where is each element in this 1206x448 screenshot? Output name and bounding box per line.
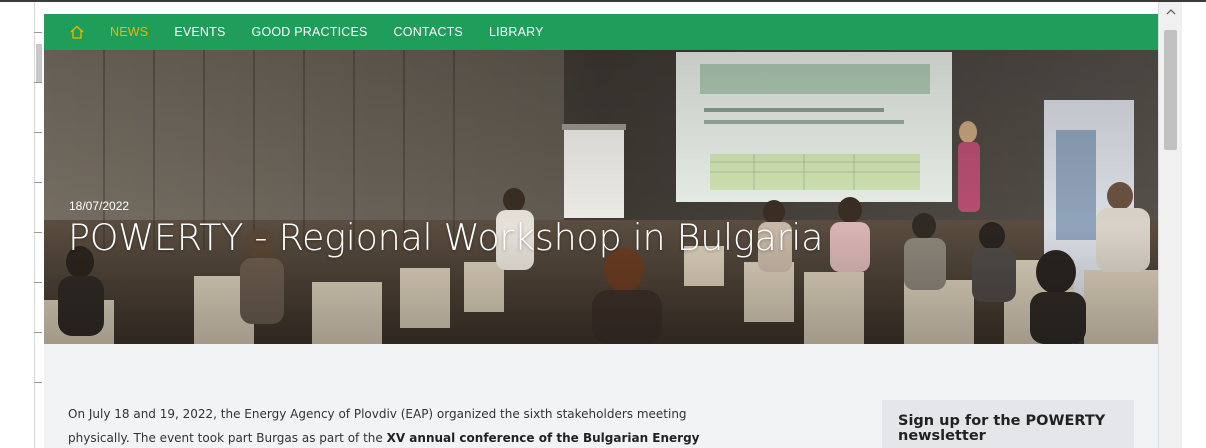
- newsletter-box: Sign up for the POWERTY newsletter: [882, 400, 1134, 448]
- gutter-tick: [34, 282, 42, 283]
- left-gutter: [0, 2, 42, 448]
- gutter-tick: [34, 232, 42, 233]
- main-nav: NEWS EVENTS GOOD PRACTICES CONTACTS LIBR…: [44, 14, 1158, 50]
- gutter-tick: [34, 132, 42, 133]
- vertical-scrollbar[interactable]: [1158, 2, 1183, 448]
- page-title: POWERTY - Regional Workshop in Bulgaria: [68, 216, 824, 259]
- gutter-tick: [34, 182, 42, 183]
- gutter-tick: [34, 82, 42, 83]
- gutter-tick: [34, 382, 42, 383]
- article-body: On July 18 and 19, 2022, the Energy Agen…: [68, 402, 838, 448]
- nav-item-good-practices[interactable]: GOOD PRACTICES: [252, 25, 368, 39]
- hero-banner: 18/07/2022 POWERTY - Regional Workshop i…: [44, 50, 1158, 344]
- article-line: On July 18 and 19, 2022, the Energy Agen…: [68, 407, 687, 421]
- gutter-tick: [34, 32, 42, 33]
- article-line: physically. The event took part Burgas a…: [68, 426, 838, 448]
- nav-item-contacts[interactable]: CONTACTS: [394, 25, 463, 39]
- right-margin: [1182, 2, 1206, 448]
- nav-item-library[interactable]: LIBRARY: [489, 25, 544, 39]
- web-page: NEWS EVENTS GOOD PRACTICES CONTACTS LIBR…: [44, 14, 1158, 448]
- scrollbar-thumb[interactable]: [1164, 30, 1177, 150]
- newsletter-title: Sign up for the POWERTY newsletter: [898, 413, 1106, 444]
- gutter-grip: [36, 44, 42, 82]
- post-date: 18/07/2022: [69, 199, 130, 213]
- nav-item-news[interactable]: NEWS: [110, 25, 148, 39]
- article-bold-text: XV annual conference of the Bulgarian En…: [386, 431, 700, 445]
- window-top-border: [0, 0, 1206, 2]
- nav-item-events[interactable]: EVENTS: [174, 25, 225, 39]
- home-icon[interactable]: [68, 23, 86, 41]
- chevron-up-icon[interactable]: [1159, 2, 1183, 22]
- gutter-tick: [34, 332, 42, 333]
- hero-photo: [44, 50, 1158, 344]
- article-text: physically. The event took part Burgas a…: [68, 431, 387, 445]
